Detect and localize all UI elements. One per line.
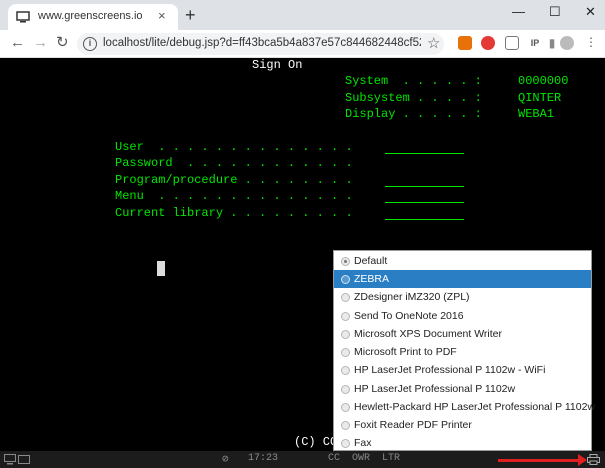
screen-title: Sign On (252, 58, 303, 72)
radio-icon (341, 402, 350, 412)
text-cursor (157, 261, 165, 276)
annotation-arrow-line (498, 459, 580, 462)
library-input[interactable] (385, 208, 464, 220)
display-label: Display . . . . . : (345, 107, 482, 121)
printer-select-list[interactable]: Default ZEBRA ZDesigner iMZ320 (ZPL) Sen… (333, 250, 595, 452)
screen-icon[interactable] (4, 454, 16, 465)
info-icon[interactable]: i (83, 37, 97, 51)
printer-option-hp[interactable]: HP LaserJet Professional P 1102w (334, 380, 591, 398)
printer-option-zebra[interactable]: ZEBRA (334, 270, 591, 289)
radio-icon (341, 311, 350, 321)
program-label: Program/procedure . . . . . . . . (115, 173, 353, 187)
printer-option-hewlett-packard[interactable]: Hewlett-Packard HP LaserJet Professional… (334, 398, 595, 416)
radio-icon (341, 366, 350, 375)
radio-icon (341, 275, 350, 284)
printer-icon[interactable] (587, 454, 600, 465)
url-text[interactable]: localhost/lite/debug.jsp?d=ff43bca5b4a83… (103, 37, 421, 49)
reload-button[interactable]: ↻ (56, 35, 69, 51)
annotation-arrow-head (578, 454, 587, 466)
minimize-button[interactable]: — (512, 4, 525, 19)
ip-extension-icon[interactable]: IP (528, 36, 542, 50)
forward-button[interactable]: → (33, 35, 48, 51)
star-icon[interactable]: ☆ (427, 34, 440, 52)
address-bar[interactable]: i localhost/lite/debug.jsp?d=ff43bca5b4a… (77, 33, 444, 55)
printer-option-fax[interactable]: Fax (334, 434, 591, 452)
close-window-button[interactable]: ✕ (585, 4, 596, 20)
tab-title: www.greenscreens.io (38, 10, 143, 22)
program-input[interactable] (385, 175, 464, 187)
menu-input[interactable] (385, 191, 464, 203)
radio-icon (341, 329, 350, 339)
user-input[interactable] (385, 142, 464, 154)
subsystem-label: Subsystem . . . . : (345, 91, 482, 105)
status-time: 17:23 (248, 453, 279, 464)
menu-label: Menu . . . . . . . . . . . . . . (115, 189, 353, 203)
radio-icon (341, 384, 350, 394)
puzzle-extension-icon[interactable]: ▮ (545, 36, 559, 50)
display-value: WEBA1 (518, 107, 555, 121)
printer-option-hp-wifi[interactable]: HP LaserJet Professional P 1102w - WiFi (334, 361, 591, 379)
library-label: Current library . . . . . . . . . (115, 206, 353, 220)
grid-extension-icon[interactable] (505, 36, 519, 50)
radio-icon (341, 421, 350, 430)
back-button[interactable]: ← (10, 35, 25, 51)
printer-option-xps[interactable]: Microsoft XPS Document Writer (334, 325, 591, 343)
radio-checked-icon (341, 257, 350, 266)
printer-option-onenote[interactable]: Send To OneNote 2016 (334, 307, 591, 325)
red-extension-icon[interactable] (481, 36, 495, 50)
keyboard-icon[interactable] (18, 455, 30, 464)
profile-avatar[interactable] (560, 36, 574, 50)
status-flags: CC OWR LTR (328, 453, 401, 464)
printer-option-pdf[interactable]: Microsoft Print to PDF (334, 343, 591, 361)
monitor-icon (16, 11, 30, 23)
copyright-text: (C) CO (294, 435, 338, 449)
cast-extension-icon[interactable] (458, 36, 472, 50)
browser-tab[interactable]: www.greenscreens.io × (8, 4, 178, 30)
tab-close-icon[interactable]: × (158, 8, 166, 23)
radio-icon (341, 348, 350, 357)
tab-strip: www.greenscreens.io × + — ☐ ✕ (0, 0, 605, 30)
new-tab-button[interactable]: + (185, 6, 196, 24)
radio-icon (341, 293, 350, 302)
menu-kebab-icon[interactable]: ⋮ (584, 36, 598, 50)
system-value: 0000000 (518, 74, 569, 88)
disconnect-icon[interactable]: ⊘ (222, 452, 229, 466)
printer-option-zdesigner[interactable]: ZDesigner iMZ320 (ZPL) (334, 288, 591, 306)
user-label: User . . . . . . . . . . . . . . (115, 140, 353, 154)
maximize-button[interactable]: ☐ (549, 4, 561, 20)
system-label: System . . . . . : (345, 74, 482, 88)
printer-option-default[interactable]: Default (334, 252, 591, 270)
password-label: Password . . . . . . . . . . . . (115, 156, 353, 170)
subsystem-value: QINTER (518, 91, 562, 105)
printer-option-foxit[interactable]: Foxit Reader PDF Printer (334, 416, 591, 434)
browser-toolbar: ← → ↻ i localhost/lite/debug.jsp?d=ff43b… (0, 30, 605, 58)
radio-icon (341, 439, 350, 448)
